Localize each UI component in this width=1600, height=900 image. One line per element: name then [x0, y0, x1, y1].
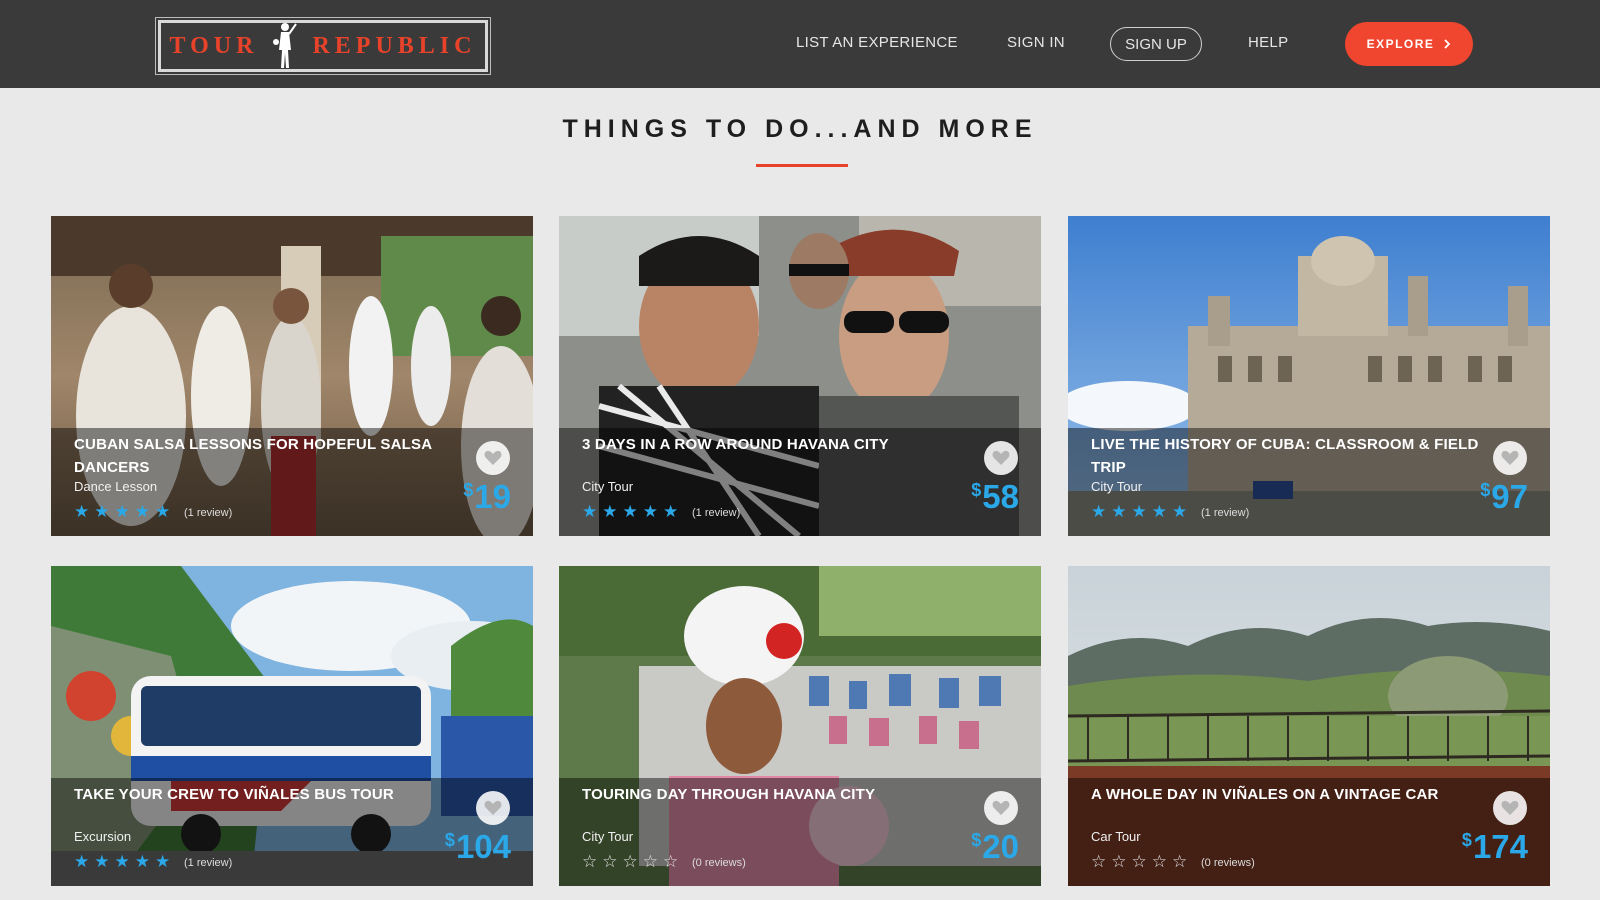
star-rating: ★ ★ ★ ★ ★ — [74, 503, 170, 520]
star-filled-icon: ★ — [114, 852, 130, 871]
star-empty-icon: ☆ — [642, 852, 658, 871]
star-filled-icon: ★ — [1131, 502, 1147, 521]
card-category: Excursion — [74, 829, 132, 844]
star-filled-icon: ★ — [642, 502, 658, 521]
star-filled-icon: ★ — [1091, 502, 1107, 521]
star-empty-icon: ☆ — [1151, 852, 1167, 871]
star-filled-icon: ★ — [602, 502, 618, 521]
favorite-heart-icon[interactable] — [1493, 441, 1527, 475]
card-price: $ 19 — [463, 478, 511, 516]
currency-symbol: $ — [1461, 830, 1472, 850]
nav-list-experience-link[interactable]: LIST AN EXPERIENCE — [796, 34, 958, 51]
card-category: City Tour — [1091, 479, 1143, 494]
card-title[interactable]: TAKE YOUR CREW TO VIÑALES BUS TOUR — [74, 783, 474, 806]
star-empty-icon: ☆ — [602, 852, 618, 871]
price-amount: 97 — [1491, 478, 1528, 515]
card-category: City Tour — [582, 479, 634, 494]
experience-card[interactable]: A WHOLE DAY IN VIÑALES ON A VINTAGE CAR … — [1068, 566, 1550, 886]
card-title[interactable]: TOURING DAY THROUGH HAVANA CITY — [582, 783, 982, 806]
star-filled-icon: ★ — [663, 502, 679, 521]
star-filled-icon: ★ — [1151, 502, 1167, 521]
review-count: (1 review) — [692, 507, 741, 519]
star-rating: ☆ ☆ ☆ ☆ ☆ — [582, 853, 678, 870]
review-count: (1 review) — [184, 857, 233, 869]
star-empty-icon: ☆ — [1131, 852, 1147, 871]
star-filled-icon: ★ — [94, 852, 110, 871]
experience-card[interactable]: LIVE THE HISTORY OF CUBA: CLASSROOM & FI… — [1068, 216, 1550, 536]
nav-help-link[interactable]: HELP — [1248, 34, 1288, 51]
review-count: (1 review) — [1201, 507, 1250, 519]
price-amount: 174 — [1472, 828, 1528, 865]
price-amount: 20 — [982, 828, 1019, 865]
card-price: $ 97 — [1480, 478, 1528, 516]
star-filled-icon: ★ — [1111, 502, 1127, 521]
review-count: (0 reviews) — [692, 857, 746, 869]
experience-card[interactable]: TAKE YOUR CREW TO VIÑALES BUS TOUR Excur… — [51, 566, 533, 886]
review-count: (0 reviews) — [1201, 857, 1255, 869]
star-empty-icon: ☆ — [1091, 852, 1107, 871]
star-rating: ★ ★ ★ ★ ★ — [1091, 503, 1187, 520]
logo-text-republic: REPUBLIC — [312, 32, 477, 59]
price-amount: 19 — [474, 478, 511, 515]
star-empty-icon: ☆ — [622, 852, 638, 871]
review-count: (1 review) — [184, 507, 233, 519]
currency-symbol: $ — [444, 830, 455, 850]
star-empty-icon: ☆ — [1111, 852, 1127, 871]
star-empty-icon: ☆ — [663, 852, 679, 871]
top-navigation-bar: TOUR REPUBLIC LIST AN EXPERIENCE SIGN IN… — [0, 0, 1600, 88]
star-filled-icon: ★ — [622, 502, 638, 521]
title-underline — [756, 164, 848, 167]
star-filled-icon: ★ — [155, 852, 171, 871]
currency-symbol: $ — [971, 480, 982, 500]
card-title[interactable]: LIVE THE HISTORY OF CUBA: CLASSROOM & FI… — [1091, 433, 1491, 479]
favorite-heart-icon[interactable] — [984, 791, 1018, 825]
card-category: Car Tour — [1091, 829, 1141, 844]
price-amount: 104 — [455, 828, 511, 865]
card-price: $ 104 — [445, 828, 511, 866]
card-title[interactable]: 3 DAYS IN A ROW AROUND HAVANA CITY — [582, 433, 982, 456]
favorite-heart-icon[interactable] — [984, 441, 1018, 475]
favorite-heart-icon[interactable] — [476, 791, 510, 825]
star-rating: ★ ★ ★ ★ ★ — [582, 503, 678, 520]
star-filled-icon: ★ — [114, 502, 130, 521]
star-filled-icon: ★ — [74, 852, 90, 871]
card-title[interactable]: A WHOLE DAY IN VIÑALES ON A VINTAGE CAR — [1091, 783, 1491, 806]
nav-sign-in-link[interactable]: SIGN IN — [1007, 34, 1065, 51]
star-rating: ☆ ☆ ☆ ☆ ☆ — [1091, 853, 1187, 870]
card-price: $ 174 — [1462, 828, 1528, 866]
star-rating: ★ ★ ★ ★ ★ — [74, 853, 170, 870]
explore-button-label: EXPLORE — [1366, 37, 1435, 51]
star-filled-icon: ★ — [94, 502, 110, 521]
explore-button[interactable]: EXPLORE — [1345, 22, 1473, 66]
card-category: City Tour — [582, 829, 634, 844]
star-filled-icon: ★ — [74, 502, 90, 521]
section-title: THINGS TO DO...AND MORE — [562, 115, 1038, 143]
price-amount: 58 — [982, 478, 1019, 515]
card-price: $ 20 — [971, 828, 1019, 866]
logo-figure-icon — [272, 20, 298, 72]
experience-card[interactable]: 3 DAYS IN A ROW AROUND HAVANA CITY City … — [559, 216, 1041, 536]
currency-symbol: $ — [1480, 480, 1491, 500]
card-category: Dance Lesson — [74, 479, 158, 494]
nav-sign-up-button[interactable]: SIGN UP — [1110, 27, 1202, 61]
star-filled-icon: ★ — [134, 852, 150, 871]
star-filled-icon: ★ — [1172, 502, 1188, 521]
currency-symbol: $ — [971, 830, 982, 850]
star-empty-icon: ☆ — [582, 852, 598, 871]
tour-republic-logo[interactable]: TOUR REPUBLIC — [155, 17, 491, 75]
star-filled-icon: ★ — [582, 502, 598, 521]
logo-text-tour: TOUR — [169, 32, 259, 59]
star-empty-icon: ☆ — [1172, 852, 1188, 871]
favorite-heart-icon[interactable] — [1493, 791, 1527, 825]
experience-card[interactable]: TOURING DAY THROUGH HAVANA CITY City Tou… — [559, 566, 1041, 886]
currency-symbol: $ — [463, 480, 474, 500]
star-filled-icon: ★ — [155, 502, 171, 521]
experience-card[interactable]: CUBAN SALSA LESSONS FOR HOPEFUL SALSA DA… — [51, 216, 533, 536]
card-price: $ 58 — [971, 478, 1019, 516]
card-title[interactable]: CUBAN SALSA LESSONS FOR HOPEFUL SALSA DA… — [74, 433, 474, 479]
favorite-heart-icon[interactable] — [476, 441, 510, 475]
star-filled-icon: ★ — [134, 502, 150, 521]
chevron-right-icon — [1444, 39, 1451, 49]
